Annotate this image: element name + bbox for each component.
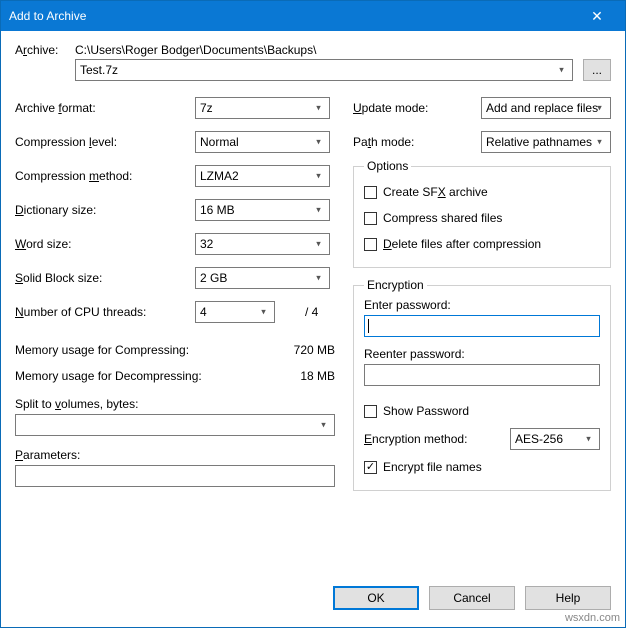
- left-column: Archive format: 7z▾ Compression level: N…: [15, 91, 335, 501]
- options-group: Options Create SFX archive Compress shar…: [353, 159, 611, 268]
- watermark-text: wsxdn.com: [565, 612, 620, 624]
- password-input[interactable]: [364, 315, 600, 337]
- cpu-label: Number of CPU threads:: [15, 305, 195, 319]
- sfx-label: Create SFX archive: [383, 185, 488, 199]
- close-icon[interactable]: ✕: [577, 1, 617, 31]
- format-label: Archive format:: [15, 101, 195, 115]
- method-combo[interactable]: LZMA2▾: [195, 165, 330, 187]
- window-title: Add to Archive: [9, 9, 577, 23]
- sfx-checkbox-row[interactable]: Create SFX archive: [364, 179, 600, 205]
- mem-decompress-label: Memory usage for Decompressing:: [15, 369, 202, 383]
- client-area: Archive: C:\Users\Roger Bodger\Documents…: [1, 31, 625, 579]
- chevron-down-icon: ▾: [310, 239, 327, 250]
- level-combo[interactable]: Normal▾: [195, 131, 330, 153]
- chevron-down-icon: ▾: [310, 137, 327, 148]
- format-combo[interactable]: 7z▾: [195, 97, 330, 119]
- shared-label: Compress shared files: [383, 211, 502, 225]
- delete-checkbox-row[interactable]: Delete files after compression: [364, 231, 600, 257]
- browse-button[interactable]: ...: [583, 59, 611, 81]
- cpu-max: / 4: [305, 305, 318, 319]
- level-label: Compression level:: [15, 135, 195, 149]
- pathmode-combo[interactable]: Relative pathnames▾: [481, 131, 611, 153]
- checkbox-icon: [364, 212, 377, 225]
- word-label: Word size:: [15, 237, 195, 251]
- dict-label: Dictionary size:: [15, 203, 195, 217]
- titlebar[interactable]: Add to Archive ✕: [1, 1, 625, 31]
- update-label: Update mode:: [353, 101, 481, 115]
- archive-file-combo[interactable]: Test.7z ▾: [75, 59, 573, 81]
- encryption-legend: Encryption: [364, 278, 427, 292]
- archive-file-value: Test.7z: [80, 63, 118, 77]
- chevron-down-icon: ▾: [591, 103, 608, 114]
- delete-label: Delete files after compression: [383, 237, 541, 251]
- cpu-combo[interactable]: 4▾: [195, 301, 275, 323]
- chevron-down-icon: ▾: [310, 273, 327, 284]
- block-label: Solid Block size:: [15, 271, 195, 285]
- show-pw-row[interactable]: Show Password: [364, 398, 600, 424]
- reenter-pw-label: Reenter password:: [364, 347, 600, 361]
- chevron-down-icon: ▾: [310, 103, 327, 114]
- split-label: Split to volumes, bytes:: [15, 397, 335, 411]
- shared-checkbox-row[interactable]: Compress shared files: [364, 205, 600, 231]
- archive-path-text: C:\Users\Roger Bodger\Documents\Backups\: [75, 43, 611, 57]
- mem-compress-value: 720 MB: [215, 343, 335, 357]
- checkbox-icon: [364, 405, 377, 418]
- chevron-down-icon: ▾: [310, 205, 327, 216]
- enter-pw-label: Enter password:: [364, 298, 600, 312]
- options-legend: Options: [364, 159, 411, 173]
- window: Add to Archive ✕ Archive: C:\Users\Roger…: [0, 0, 626, 628]
- chevron-down-icon: ▾: [591, 137, 608, 148]
- checkbox-checked-icon: ✓: [364, 461, 377, 474]
- show-pw-label: Show Password: [383, 404, 469, 418]
- encryption-group: Encryption Enter password: Reenter passw…: [353, 278, 611, 491]
- right-column: Update mode: Add and replace files▾ Path…: [353, 91, 611, 501]
- text-caret: [368, 319, 369, 333]
- mem-decompress-value: 18 MB: [215, 369, 335, 383]
- password-reenter-input[interactable]: [364, 364, 600, 386]
- button-bar: OK Cancel Help: [1, 579, 625, 627]
- block-combo[interactable]: 2 GB▾: [195, 267, 330, 289]
- enc-method-combo[interactable]: AES-256▾: [510, 428, 600, 450]
- pathmode-label: Path mode:: [353, 135, 481, 149]
- method-label: Compression method:: [15, 169, 195, 183]
- encrypt-names-label: Encrypt file names: [383, 460, 482, 474]
- params-input[interactable]: [15, 465, 335, 487]
- word-combo[interactable]: 32▾: [195, 233, 330, 255]
- encrypt-names-row[interactable]: ✓ Encrypt file names: [364, 454, 600, 480]
- help-button[interactable]: Help: [525, 586, 611, 610]
- dict-combo[interactable]: 16 MB▾: [195, 199, 330, 221]
- chevron-down-icon: ▾: [310, 171, 327, 182]
- params-label: Parameters:: [15, 448, 335, 462]
- mem-compress-label: Memory usage for Compressing:: [15, 343, 189, 357]
- chevron-down-icon: ▾: [580, 434, 597, 445]
- ok-button[interactable]: OK: [333, 586, 419, 610]
- cancel-button[interactable]: Cancel: [429, 586, 515, 610]
- chevron-down-icon: ▾: [553, 65, 570, 76]
- checkbox-icon: [364, 238, 377, 251]
- checkbox-icon: [364, 186, 377, 199]
- chevron-down-icon: ▾: [315, 420, 332, 431]
- update-combo[interactable]: Add and replace files▾: [481, 97, 611, 119]
- enc-method-label: Encryption method:: [364, 432, 502, 446]
- split-combo[interactable]: ▾: [15, 414, 335, 436]
- archive-label: Archive:: [15, 43, 75, 57]
- chevron-down-icon: ▾: [255, 307, 272, 318]
